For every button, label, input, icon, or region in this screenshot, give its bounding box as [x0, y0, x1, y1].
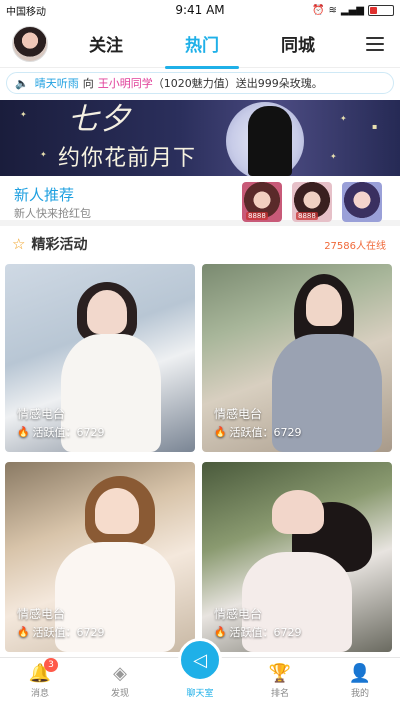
thumb-tag: 8888	[296, 212, 318, 220]
room-card[interactable]: 情感电台 🔥 活跃值：6729	[5, 462, 195, 652]
tab-follow[interactable]: 关注	[77, 23, 135, 64]
nav-label: 我的	[350, 689, 369, 699]
recommend-thumb[interactable]: 8888	[292, 182, 332, 222]
clock-label: 9:41 AM	[175, 3, 225, 17]
battery-icon	[368, 4, 394, 16]
activity-header: ☆ 精彩活动 27586人在线	[0, 230, 400, 258]
portrait-face	[95, 488, 139, 534]
star-decor: ✦	[20, 110, 27, 119]
card-activity: 🔥 活跃值：6729	[17, 424, 104, 440]
room-card[interactable]: 情感电台 🔥 活跃值：6729	[5, 264, 195, 452]
flame-icon: 🔥	[17, 626, 30, 638]
qixi-banner[interactable]: ✦ ✦ ✦ ▪ ✦ 七夕 约你花前月下	[0, 100, 400, 176]
receiver-name: 王小明同学	[97, 77, 153, 90]
banner-title: 约你花前月下	[58, 146, 197, 171]
room-card[interactable]: 情感电台 🔥 活跃值：6729	[202, 264, 392, 452]
nav-label: 聊天室	[186, 689, 214, 699]
tab-hot[interactable]: 热门	[165, 23, 239, 69]
chatroom-center-button[interactable]: ◁	[178, 638, 222, 682]
thumb-tag: 8888	[246, 212, 268, 220]
recommend-title: 新人推荐	[14, 186, 75, 204]
card-activity: 🔥 活跃值：6729	[17, 624, 104, 640]
status-bar: 中国移动 9:41 AM ⏰ ≋ ▂▄▆	[0, 0, 400, 20]
top-header: 关注 热门 同城	[0, 20, 400, 69]
star-decor: ✦	[340, 114, 347, 123]
portrait-face	[272, 490, 324, 534]
card-meta-text: 活跃值：6729	[229, 426, 302, 439]
recommend-thumb[interactable]	[342, 182, 382, 222]
flame-icon: 🔥	[214, 426, 227, 438]
nav-discover[interactable]: ◈ 发现	[90, 662, 150, 699]
bottom-navigation: 🔔 3 消息 ◈ 发现 · 聊天室 🏆 排名 👤 我的 ◁	[0, 638, 400, 703]
star-decor: ▪	[372, 122, 378, 131]
card-activity: 🔥 活跃值：6729	[214, 624, 301, 640]
online-count: 27586人在线	[324, 240, 386, 252]
card-title: 情感电台	[17, 607, 66, 621]
flame-icon: 🔥	[17, 426, 30, 438]
nav-messages[interactable]: 🔔 3 消息	[10, 658, 70, 699]
tab-nearby[interactable]: 同城	[269, 23, 327, 64]
nav-ranking[interactable]: 🏆 排名	[250, 662, 310, 699]
announcement-connector: 向	[82, 77, 94, 90]
couple-silhouette	[248, 106, 292, 176]
announcement-detail: （1020魅力值）送出999朵玫瑰。	[152, 77, 323, 90]
nav-label: 发现	[110, 689, 129, 699]
card-title: 情感电台	[17, 407, 66, 421]
user-avatar[interactable]	[12, 25, 48, 62]
room-card[interactable]: 情感电台 🔥 活跃值：6729	[202, 462, 392, 652]
person-icon: 👤	[348, 663, 372, 684]
card-meta-text: 活跃值：6729	[32, 626, 105, 639]
megaphone-icon: ◁	[193, 649, 207, 671]
trophy-icon: 🏆	[268, 663, 292, 684]
tab-bar: 关注 热门 同城	[48, 23, 366, 69]
nav-label: 排名	[270, 689, 289, 699]
portrait-face	[306, 284, 342, 326]
banner-headline: 七夕	[68, 102, 132, 137]
recommend-subtitle: 新人快来抢红包	[14, 207, 91, 220]
card-activity: 🔥 活跃值：6729	[214, 424, 301, 440]
activity-title: 精彩活动	[31, 237, 88, 253]
sender-name: 晴天听雨	[34, 77, 79, 90]
eye-icon: ◈	[113, 663, 127, 684]
portrait-face	[87, 290, 127, 334]
nav-profile[interactable]: 👤 我的	[330, 662, 390, 699]
unread-badge: 3	[44, 658, 58, 672]
flame-icon: 🔥	[214, 626, 227, 638]
star-decor: ✦	[40, 150, 47, 159]
card-meta-text: 活跃值：6729	[229, 626, 302, 639]
card-title: 情感电台	[214, 607, 263, 621]
card-title: 情感电台	[214, 407, 263, 421]
star-icon: ☆	[12, 235, 26, 253]
card-meta-text: 活跃值：6729	[32, 426, 105, 439]
nav-label: 消息	[30, 689, 49, 699]
menu-icon[interactable]	[366, 36, 384, 51]
recommend-thumb[interactable]: 8888	[242, 182, 282, 222]
gift-announcement[interactable]: 🔈 晴天听雨 向 王小明同学 （1020魅力值）送出999朵玫瑰。	[6, 72, 394, 94]
star-decor: ✦	[330, 152, 337, 161]
new-user-recommend[interactable]: 新人推荐 新人快来抢红包 8888 8888	[0, 180, 400, 226]
speaker-icon: 🔈	[15, 76, 29, 90]
